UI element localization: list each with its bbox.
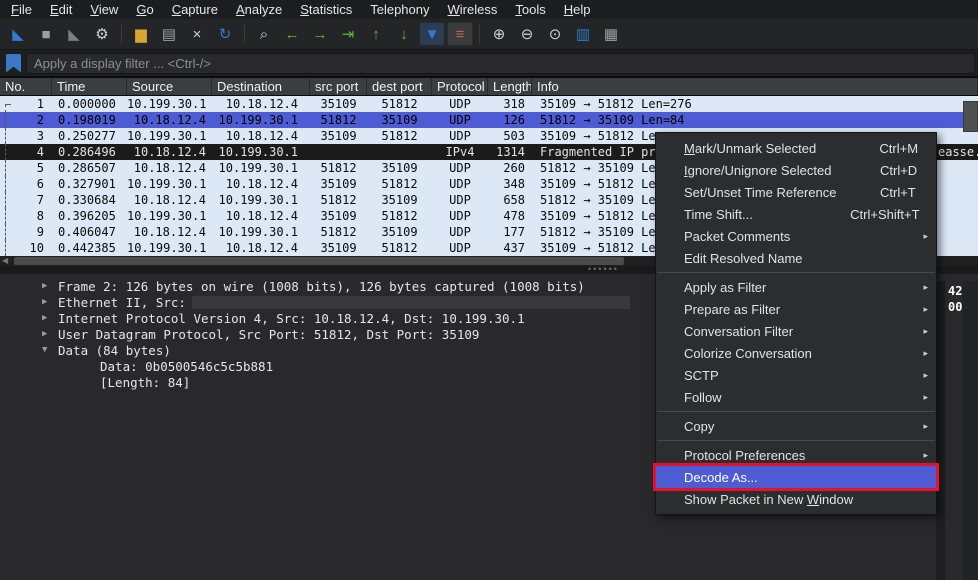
start-capture-button[interactable]: ◣ (5, 22, 31, 46)
menu-item-ignore[interactable]: Ignore/Unignore Selected Ctrl+D (656, 159, 936, 181)
submenu-arrow-icon: ▸ (923, 369, 928, 380)
menu-item-edit-resolved-name[interactable]: Edit Resolved Name (656, 247, 936, 269)
menu-separator (657, 411, 935, 412)
menu-item-mark[interactable]: Mark/Unmark Selected Ctrl+M (656, 137, 936, 159)
menu-item-set-time-reference[interactable]: Set/Unset Time Reference Ctrl+T (656, 181, 936, 203)
shortcut-label: Ctrl+Shift+T (850, 206, 920, 222)
shortcut-label: Ctrl+M (879, 140, 919, 156)
column-header-dest-port[interactable]: dest port (367, 78, 432, 95)
submenu-arrow-icon: ▸ (923, 391, 928, 402)
display-filter-bar: Apply a display filter ... <Ctrl-/> (0, 50, 978, 77)
menu-item-packet-comments[interactable]: Packet Comments ▸ (656, 225, 936, 247)
menu-statistics[interactable]: Statistics (291, 1, 361, 18)
auto-scroll-toggle[interactable]: ▼ (419, 22, 445, 46)
toolbar-separator[interactable] (121, 25, 122, 43)
submenu-arrow-icon: ▸ (923, 420, 928, 431)
first-packet-button[interactable]: ↑ (363, 22, 389, 46)
menu-item-sctp[interactable]: SCTP ▸ (656, 364, 936, 386)
packet-row-1[interactable]: 1 0.000000 10.199.30.1 10.18.12.4 35109 … (0, 96, 978, 112)
scroll-left-arrow-icon[interactable]: ◀ (2, 256, 8, 266)
menu-file[interactable]: File (2, 1, 41, 18)
menu-view[interactable]: View (81, 1, 127, 18)
column-header-length[interactable]: Length (488, 78, 532, 95)
menu-item-copy[interactable]: Copy ▸ (656, 415, 936, 437)
column-header-time[interactable]: Time (52, 78, 127, 95)
last-packet-button[interactable]: ↓ (391, 22, 417, 46)
menu-tools[interactable]: Tools (506, 1, 554, 18)
splitter-handle-icon: •••••• (588, 264, 619, 274)
toolbar-separator[interactable] (479, 25, 480, 43)
find-packet-button[interactable]: ⌕ (251, 22, 277, 46)
stop-capture-button[interactable]: ■ (33, 22, 59, 46)
capture-options-button[interactable]: ⚙ (89, 22, 115, 46)
submenu-arrow-icon: ▸ (923, 281, 928, 292)
menu-item-apply-as-filter[interactable]: Apply as Filter ▸ (656, 276, 936, 298)
zoom-in-button[interactable]: ⊕ (486, 22, 512, 46)
save-file-button[interactable]: ▤ (156, 22, 182, 46)
packet-context-menu: Mark/Unmark Selected Ctrl+M Ignore/Unign… (653, 132, 939, 515)
column-header-info[interactable]: Info (532, 78, 978, 95)
menu-separator (657, 440, 935, 441)
previous-packet-button[interactable]: ← (279, 22, 305, 46)
submenu-arrow-icon: ▸ (923, 303, 928, 314)
expand-arrow-icon[interactable]: ▶ (42, 313, 58, 323)
toolbar-separator[interactable] (244, 25, 245, 43)
shortcut-label: Ctrl+T (880, 184, 916, 200)
zoom-reset-button[interactable]: ⊙ (542, 22, 568, 46)
menu-item-decode-as[interactable]: Decode As... (653, 463, 939, 491)
wireshark-window: File Edit View Go Capture Analyze Statis… (0, 0, 978, 580)
menu-analyze[interactable]: Analyze (227, 1, 291, 18)
shortcut-label: Ctrl+D (880, 162, 918, 178)
menu-item-time-shift[interactable]: Time Shift... Ctrl+Shift+T (656, 203, 936, 225)
submenu-arrow-icon: ▸ (923, 325, 928, 336)
expand-arrow-icon[interactable]: ▼ (42, 345, 58, 355)
close-file-button[interactable]: × (184, 22, 210, 46)
reload-button[interactable]: ↻ (212, 22, 238, 46)
hex-byte: 42 (948, 284, 963, 298)
restart-capture-button[interactable]: ◣ (61, 22, 87, 46)
open-file-button[interactable]: ▆ (128, 22, 154, 46)
filter-placeholder: Apply a display filter ... <Ctrl-/> (34, 55, 212, 71)
column-header-no[interactable]: No. (0, 78, 52, 95)
main-toolbar: ◣ ■ ◣ ⚙ ▆ ▤ × ↻ ⌕ ← → ⇥ ↑ ↓ ▼ ≡ ⊕ ⊖ ⊙ ▥ … (0, 19, 978, 50)
column-header-src-port[interactable]: src port (310, 78, 367, 95)
menu-item-conversation-filter[interactable]: Conversation Filter ▸ (656, 320, 936, 342)
colorize-toggle[interactable]: ≡ (447, 22, 473, 46)
submenu-arrow-icon: ▸ (923, 230, 928, 241)
hex-byte: 00 (948, 300, 963, 314)
menu-separator (657, 272, 935, 273)
column-header-protocol[interactable]: Protocol (432, 78, 488, 95)
menu-go[interactable]: Go (127, 1, 162, 18)
menu-item-colorize-conversation[interactable]: Colorize Conversation ▸ (656, 342, 936, 364)
menu-wireless[interactable]: Wireless (439, 1, 507, 18)
vertical-scrollbar-thumb[interactable] (963, 101, 978, 132)
resize-columns-button[interactable]: ▥ (570, 22, 596, 46)
horizontal-scrollbar-thumb[interactable] (14, 257, 624, 265)
go-to-packet-button[interactable]: ⇥ (335, 22, 361, 46)
menu-item-protocol-preferences[interactable]: Protocol Preferences ▸ (656, 444, 936, 466)
column-header-source[interactable]: Source (127, 78, 212, 95)
menu-bar: File Edit View Go Capture Analyze Statis… (0, 0, 978, 19)
menu-telephony[interactable]: Telephony (361, 1, 438, 18)
column-header-destination[interactable]: Destination (212, 78, 310, 95)
submenu-arrow-icon: ▸ (923, 449, 928, 460)
column-layout-button[interactable]: ▦ (598, 22, 624, 46)
zoom-out-button[interactable]: ⊖ (514, 22, 540, 46)
submenu-arrow-icon: ▸ (923, 347, 928, 358)
expand-arrow-icon[interactable]: ▶ (42, 329, 58, 339)
expand-arrow-icon[interactable]: ▶ (42, 281, 58, 291)
menu-capture[interactable]: Capture (163, 1, 227, 18)
next-packet-button[interactable]: → (307, 22, 333, 46)
menu-item-follow[interactable]: Follow ▸ (656, 386, 936, 408)
bookmark-icon[interactable] (6, 53, 21, 73)
packet-list-header: No. Time Source Destination src port des… (0, 77, 978, 96)
redacted-value (191, 295, 630, 309)
menu-edit[interactable]: Edit (41, 1, 81, 18)
menu-item-prepare-as-filter[interactable]: Prepare as Filter ▸ (656, 298, 936, 320)
menu-help[interactable]: Help (555, 1, 600, 18)
menu-item-show-packet-new-window[interactable]: Show Packet in New Window (656, 488, 936, 510)
display-filter-input[interactable]: Apply a display filter ... <Ctrl-/> (26, 52, 975, 74)
packet-row-2[interactable]: 2 0.198019 10.18.12.4 10.199.30.1 51812 … (0, 112, 978, 128)
expand-arrow-icon[interactable]: ▶ (42, 297, 58, 307)
